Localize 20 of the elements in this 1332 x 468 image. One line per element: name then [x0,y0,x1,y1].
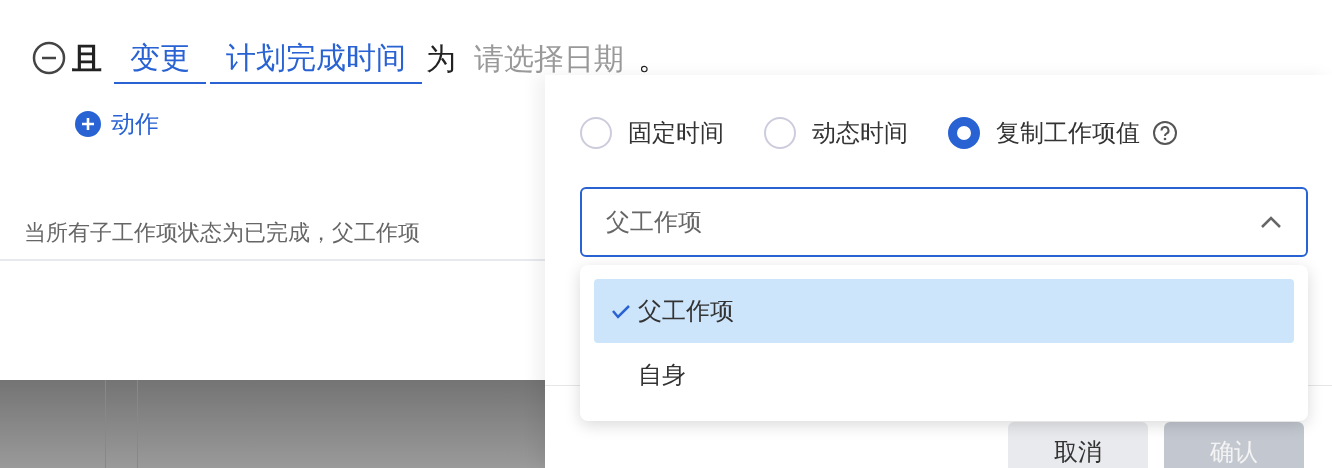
remove-icon[interactable] [32,41,66,75]
add-action-button[interactable]: 动作 [75,106,159,142]
period-text: 。 [638,39,668,78]
logic-label: 且 [72,39,102,78]
source-select[interactable]: 父工作项 [580,187,1308,257]
radio-option[interactable]: 复制工作项值 [948,115,1140,151]
dropdown-option[interactable]: 自身 [594,343,1294,407]
plus-icon [75,111,101,137]
radio-button[interactable] [948,117,980,149]
radio-option[interactable]: 固定时间 [580,115,724,151]
radio-option[interactable]: 动态时间 [764,115,908,151]
connector-label: 为 [426,39,456,78]
select-value: 父工作项 [606,207,702,238]
dropdown-option[interactable]: 父工作项 [594,279,1294,343]
field-select[interactable]: 计划完成时间 [210,40,422,84]
chevron-icon [1260,215,1282,229]
action-select[interactable]: 变更 [114,40,206,84]
hint-text: 当所有子工作项状态为已完成，父工作项 [24,220,420,245]
help-icon[interactable] [1152,120,1178,146]
cancel-button[interactable]: 取消 [1008,422,1148,468]
